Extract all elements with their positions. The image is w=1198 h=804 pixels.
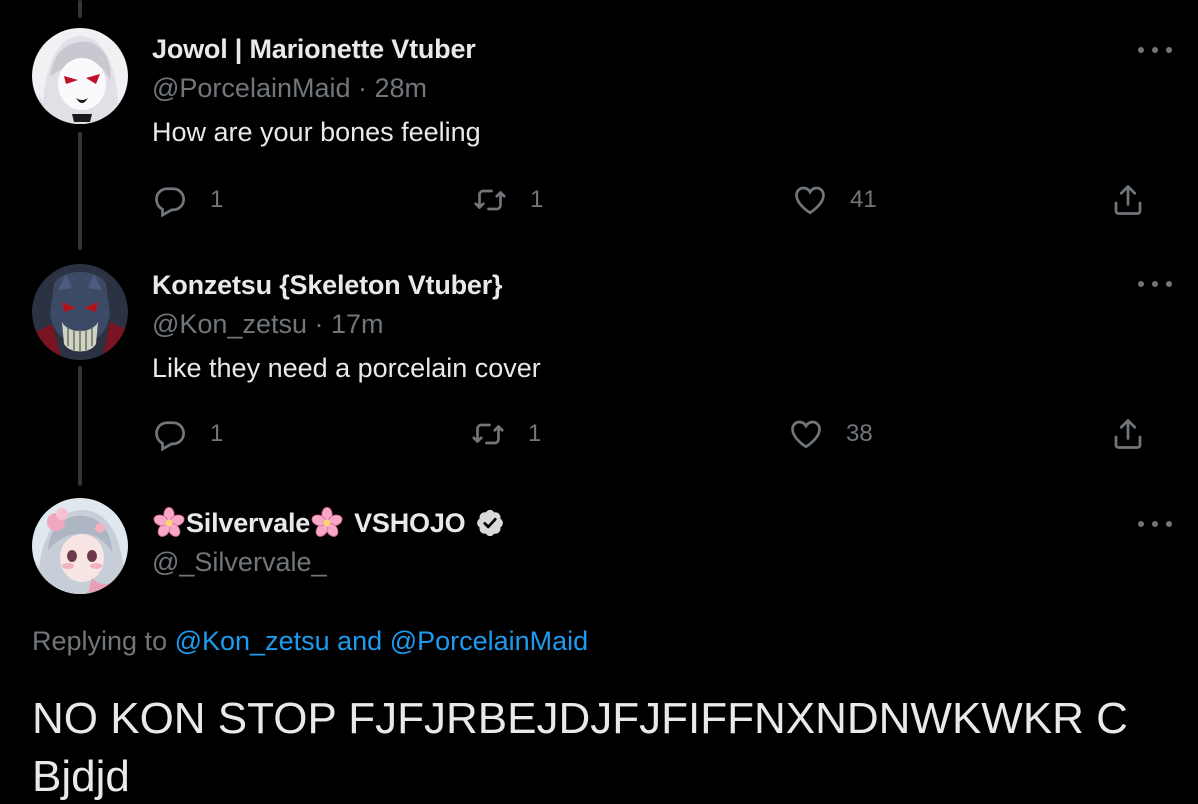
like-button[interactable]: 41: [792, 180, 877, 220]
handle-time: @PorcelainMaid · 28m: [152, 68, 1158, 108]
share-icon: [1114, 185, 1142, 215]
mention-link[interactable]: @Kon_zetsu: [175, 626, 330, 656]
replying-to: Replying to @Kon_zetsu and @PorcelainMai…: [32, 626, 588, 657]
separator-dot: ·: [307, 309, 331, 339]
reply-count: 1: [210, 186, 224, 213]
avatar[interactable]: [32, 264, 128, 360]
share-button[interactable]: [1110, 414, 1146, 454]
heart-icon: [795, 186, 825, 215]
reply-icon: [155, 187, 186, 218]
retweet-icon: [472, 423, 504, 445]
share-icon: [1114, 419, 1142, 449]
more-options-icon[interactable]: [1138, 274, 1172, 294]
timestamp[interactable]: 17m: [331, 309, 384, 339]
display-name[interactable]: Konzetsu {Skeleton Vtuber}: [152, 270, 503, 301]
replying-and[interactable]: and: [337, 626, 382, 656]
share-button[interactable]: [1110, 180, 1146, 220]
handle-time: @Kon_zetsu · 17m: [152, 304, 1158, 344]
tweet-text: How are your bones feeling: [152, 117, 481, 147]
heart-icon: [791, 420, 821, 449]
cherry-blossom-icon: [311, 506, 343, 537]
display-name[interactable]: Jowol | Marionette Vtuber: [152, 34, 476, 65]
like-button[interactable]: 38: [788, 414, 873, 454]
replying-prefix: Replying to: [32, 626, 168, 656]
like-count: 38: [846, 420, 873, 447]
action-bar: 1 1 41: [152, 180, 1158, 220]
retweet-count: 1: [528, 420, 542, 447]
like-count: 41: [850, 186, 877, 213]
action-bar: 1 1 38: [152, 414, 1158, 454]
retweet-icon: [474, 189, 506, 211]
retweet-count: 1: [530, 186, 544, 213]
handle[interactable]: @Kon_zetsu: [152, 309, 307, 339]
display-name-suffix[interactable]: VSHOJO: [354, 508, 466, 539]
tweet[interactable]: Jowol | Marionette Vtuber @PorcelainMaid…: [0, 0, 1198, 240]
handle[interactable]: @PorcelainMaid: [152, 73, 351, 103]
handle[interactable]: @_Silvervale_: [152, 542, 1158, 582]
tweet[interactable]: Konzetsu {Skeleton Vtuber} @Kon_zetsu · …: [0, 250, 1198, 480]
silvervale-avatar-icon: [32, 498, 128, 594]
skeleton-avatar-icon: [32, 264, 128, 360]
reply-icon: [155, 421, 186, 452]
verified-badge-icon: [477, 509, 504, 537]
main-tweet-text: NO KON STOP FJFJRBEJDJFJFIFFNXNDNWKWKR C…: [32, 694, 1128, 801]
tweet-thread: Jowol | Marionette Vtuber @PorcelainMaid…: [0, 0, 1198, 804]
timestamp[interactable]: 28m: [375, 73, 428, 103]
display-name[interactable]: Silvervale: [186, 508, 310, 539]
reply-button[interactable]: 1: [152, 414, 223, 454]
porcelain-maid-avatar-icon: [32, 28, 128, 124]
reply-count: 1: [210, 420, 224, 447]
more-options-icon[interactable]: [1138, 514, 1172, 534]
more-options-icon[interactable]: [1138, 40, 1172, 60]
avatar[interactable]: [32, 498, 128, 594]
separator-dot: ·: [350, 73, 375, 103]
tweet-text: Like they need a porcelain cover: [152, 353, 541, 383]
mention-link[interactable]: @PorcelainMaid: [390, 626, 589, 656]
cherry-blossom-icon: [153, 506, 185, 537]
retweet-button[interactable]: 1: [472, 180, 543, 220]
reply-button[interactable]: 1: [152, 180, 223, 220]
retweet-button[interactable]: 1: [470, 414, 541, 454]
avatar[interactable]: [32, 28, 128, 124]
